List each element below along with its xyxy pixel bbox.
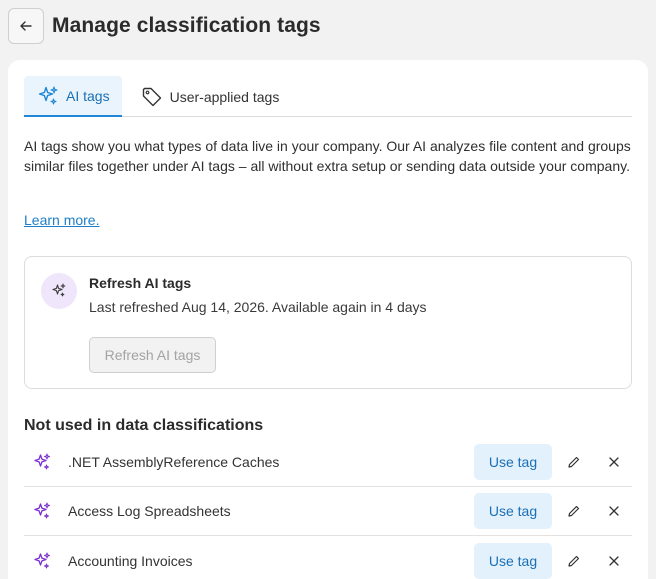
tag-icon bbox=[140, 85, 164, 109]
use-tag-button[interactable]: Use tag bbox=[474, 493, 552, 529]
close-icon[interactable] bbox=[604, 551, 624, 571]
pencil-icon[interactable] bbox=[564, 452, 584, 472]
use-tag-button[interactable]: Use tag bbox=[474, 542, 552, 579]
refresh-title: Refresh AI tags bbox=[89, 275, 192, 291]
sparkle-icon bbox=[32, 551, 52, 571]
use-tag-button[interactable]: Use tag bbox=[474, 444, 552, 480]
section-title: Not used in data classifications bbox=[24, 417, 264, 434]
refresh-ai-tags-button[interactable]: Refresh AI tags bbox=[89, 337, 216, 373]
close-icon[interactable] bbox=[604, 452, 624, 472]
main-card: AI tags User-applied tags AI tags show y… bbox=[8, 60, 648, 579]
list-item: Access Log Spreadsheets Use tag bbox=[24, 487, 632, 536]
tab-user-applied-tags[interactable]: User-applied tags bbox=[128, 76, 292, 117]
tag-list: .NET AssemblyReference Caches Use tag Ac… bbox=[24, 438, 632, 579]
description-text: AI tags show you what types of data live… bbox=[24, 138, 631, 174]
tab-bar: AI tags User-applied tags bbox=[24, 76, 632, 117]
sparkle-icon bbox=[32, 501, 52, 521]
pencil-icon[interactable] bbox=[564, 501, 584, 521]
tag-name: Accounting Invoices bbox=[68, 552, 193, 569]
refresh-status: Last refreshed Aug 14, 2026. Available a… bbox=[89, 299, 427, 315]
tab-ai-tags[interactable]: AI tags bbox=[24, 76, 122, 117]
sparkle-icon bbox=[36, 84, 60, 108]
arrow-left-icon bbox=[20, 21, 32, 31]
sparkle-icon bbox=[41, 273, 77, 309]
tab-label: AI tags bbox=[66, 87, 110, 104]
learn-more-link[interactable]: Learn more. bbox=[24, 212, 99, 228]
back-button[interactable] bbox=[8, 8, 44, 44]
page-header: Manage classification tags bbox=[8, 8, 321, 44]
tag-name: .NET AssemblyReference Caches bbox=[68, 454, 280, 470]
tab-label: User-applied tags bbox=[169, 88, 280, 105]
pencil-icon[interactable] bbox=[564, 551, 584, 571]
sparkle-icon bbox=[32, 452, 52, 472]
list-item: Accounting Invoices Use tag bbox=[24, 536, 632, 579]
list-item: .NET AssemblyReference Caches Use tag bbox=[24, 438, 632, 487]
page-title: Manage classification tags bbox=[52, 14, 321, 37]
tag-name: Access Log Spreadsheets bbox=[68, 503, 231, 519]
refresh-panel: Refresh AI tags Last refreshed Aug 14, 2… bbox=[24, 256, 632, 389]
close-icon[interactable] bbox=[604, 501, 624, 521]
